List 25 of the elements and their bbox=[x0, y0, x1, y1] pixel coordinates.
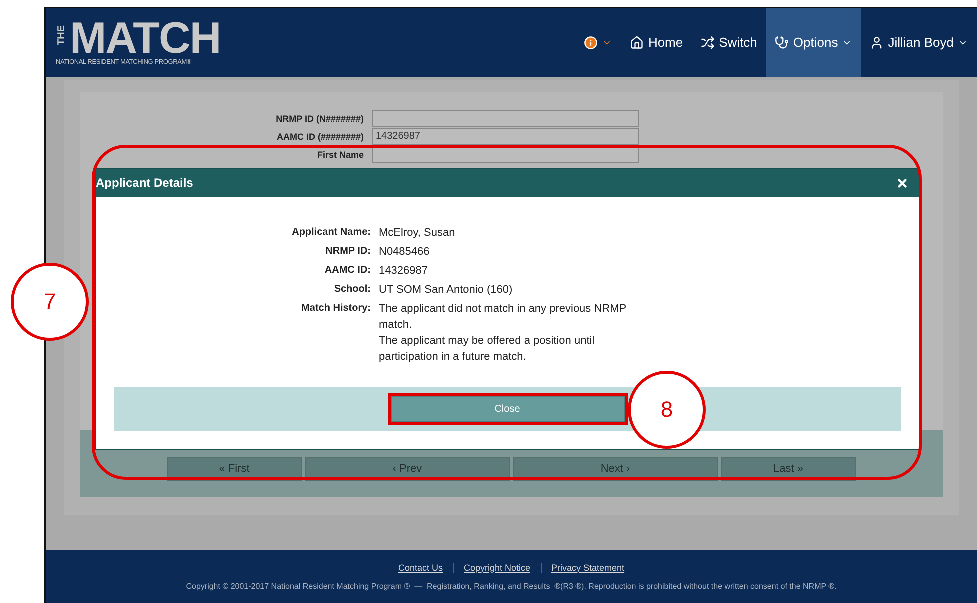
detail-value: McElroy, Susan bbox=[379, 226, 456, 241]
field-label: AAMC ID (########) bbox=[276, 132, 364, 142]
detail-label: Applicant Name: bbox=[291, 226, 371, 240]
detail-label: AAMC ID: bbox=[324, 264, 371, 278]
detail-value: The applicant may be offered a position until participation in a future match. bbox=[379, 334, 596, 365]
nav-item[interactable]: Home bbox=[621, 8, 692, 77]
detail-value: UT SOM San Antonio (160) bbox=[379, 283, 514, 298]
footer-link[interactable]: Contact Us bbox=[398, 562, 443, 572]
dialog-title: Applicant Details bbox=[96, 176, 194, 190]
field-label: NRMP ID (N#######) bbox=[275, 114, 364, 124]
detail-value: The applicant did not match in any previous NRMP match. bbox=[379, 302, 628, 333]
nav-item[interactable]: Jillian Boyd bbox=[861, 8, 977, 77]
nav-item[interactable]: Options bbox=[766, 8, 862, 77]
copyright-text: Copyright © 2001-2017 National Resident Matching Program ® — Registration, Ranking, and Results ®(R3 ®). Reproduction is prohibited without the written consent of the NRMP ®. bbox=[186, 582, 837, 590]
footer-link[interactable]: Privacy Statement bbox=[540, 562, 625, 572]
detail-label: NRMP ID: bbox=[324, 245, 371, 259]
detail-label: Match History: bbox=[300, 302, 371, 316]
input-field[interactable]: 14326987 bbox=[372, 128, 639, 145]
nav-item[interactable]: Switch bbox=[692, 8, 766, 77]
detail-value: 14326987 bbox=[379, 264, 429, 279]
footer-link[interactable]: Copyright Notice bbox=[452, 562, 531, 572]
detail-label: School: bbox=[333, 283, 371, 297]
detail-value: N0485466 bbox=[379, 245, 431, 260]
field-label: First Name bbox=[316, 150, 364, 160]
callout-number: 7 bbox=[11, 263, 89, 341]
